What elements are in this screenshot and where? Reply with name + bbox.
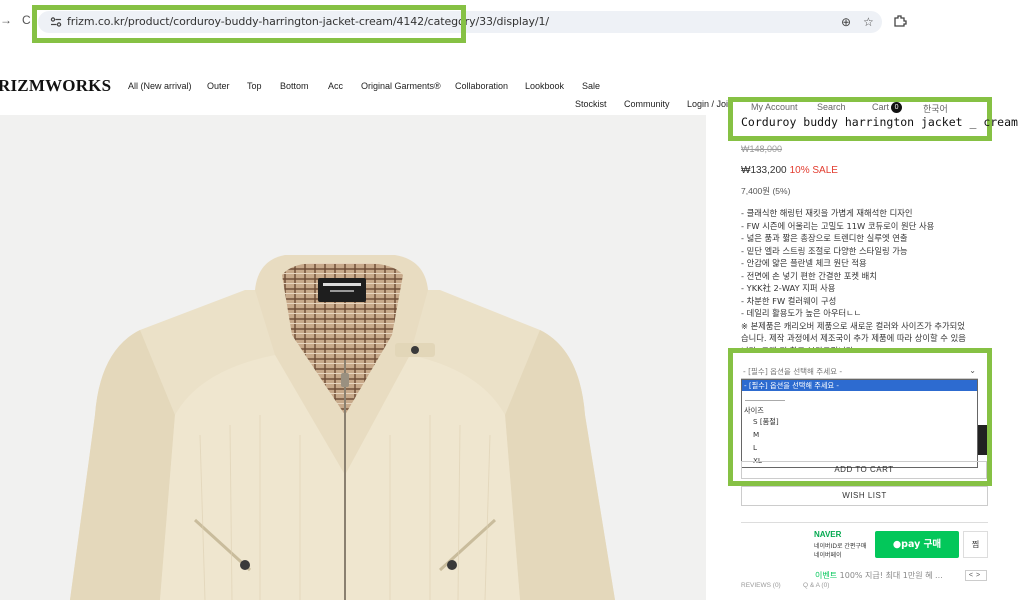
original-price: ₩148,000	[741, 144, 783, 154]
event-text: 100% 지급! 최대 1만원 혜 ...	[839, 571, 943, 580]
naver-event-line[interactable]: 이벤트 100% 지급! 최대 1만원 혜 ...	[815, 570, 943, 581]
reload-icon[interactable]: C	[22, 13, 31, 27]
url-text[interactable]: frizm.co.kr/product/corduroy-buddy-harri…	[67, 15, 549, 28]
util-login-join[interactable]: Login / Joi	[687, 99, 728, 109]
chevron-down-icon: ⌄	[969, 366, 976, 375]
browser-toolbar: → C frizm.co.kr/product/corduroy-buddy-h…	[0, 0, 1024, 44]
option-size-s[interactable]: S [품절]	[753, 417, 779, 427]
description-line: - YKK社 2-WAY 지퍼 사용	[741, 283, 836, 293]
naver-wish-button[interactable]: 찜	[963, 531, 988, 558]
bookmark-star-icon[interactable]: ☆	[863, 15, 874, 29]
naver-sub-text: 네이버ID로 간편구매	[814, 543, 867, 550]
nav-sale[interactable]: Sale	[582, 81, 600, 91]
option-select-value: - [필수] 옵션을 선택해 주세요 -	[743, 367, 843, 376]
option-placeholder-highlighted[interactable]: - [필수] 옵션을 선택해 주세요 -	[742, 380, 977, 391]
product-title: Corduroy buddy harrington jacket _ cream	[741, 115, 1018, 129]
nav-bottom[interactable]: Bottom	[280, 81, 309, 91]
description-line: - 밑단 엘라 스트링 조절로 다양한 스타일링 가능	[741, 245, 908, 256]
util-community[interactable]: Community	[624, 99, 670, 109]
nav-outer[interactable]: Outer	[207, 81, 230, 91]
description-line: - FW 시즌에 어울리는 고밀도 11W 코듀로이 원단 사용	[741, 220, 935, 231]
nav-acc[interactable]: Acc	[328, 81, 343, 91]
nav-original-garments[interactable]: Original Garments®	[361, 81, 441, 91]
product-image[interactable]	[0, 115, 706, 600]
site-settings-icon[interactable]	[50, 16, 62, 28]
util-cart[interactable]: Cart 0	[872, 102, 903, 114]
util-my-account[interactable]: My Account	[751, 102, 798, 112]
option-size-m[interactable]: M	[753, 430, 759, 439]
description-line: - 전면에 손 넣기 편한 간결한 포켓 배치	[741, 270, 877, 281]
option-dropdown-list[interactable]: - [필수] 옵션을 선택해 주세요 - 사이즈 S [품절] M L XL	[741, 379, 978, 468]
buy-now-button-edge[interactable]	[978, 425, 987, 455]
event-pager[interactable]: <>	[965, 570, 987, 581]
description-line: ※ 본제품은 캐리오버 제품으로 새로운 컬러와 사이즈가 추가되었	[741, 320, 965, 331]
tab-reviews[interactable]: REVIEWS (0)	[741, 582, 781, 589]
description-line: - 차분한 FW 컬러웨이 구성	[741, 295, 837, 306]
nav-collaboration[interactable]: Collaboration	[455, 81, 508, 91]
description-line: - 클래식한 해링턴 재킷을 가볍게 재해석한 디자인	[741, 208, 913, 218]
sale-price-line: ₩133,200 10% SALE	[741, 165, 838, 176]
jacket-illustration	[70, 255, 615, 600]
reward-points: 7,400원 (5%)	[741, 186, 791, 196]
product-title-box: My Account Search Cart 0 한국어 Corduroy bud…	[728, 97, 1018, 141]
option-group-size: 사이즈	[744, 406, 764, 415]
add-to-cart-button[interactable]: ADD TO CART	[741, 461, 987, 479]
extensions-icon[interactable]	[893, 14, 907, 28]
address-bar[interactable]: frizm.co.kr/product/corduroy-buddy-harri…	[38, 11, 882, 33]
util-search[interactable]: Search	[817, 102, 846, 112]
naver-pay-button[interactable]: ●pay 구매	[875, 531, 959, 558]
product-description: - 클래식한 해링턴 재킷을 가볍게 재해석한 디자인 - FW 시즌에 어울리…	[741, 207, 986, 357]
nav-all-new-arrival[interactable]: All (New arrival)	[128, 81, 192, 91]
option-separator	[745, 400, 785, 401]
cart-count-badge: 0	[891, 102, 903, 114]
description-line: 습니다. 제작 과정에서 제조국이 추가 제품에 따라 상이할 수 있음	[741, 333, 966, 343]
naver-sub-text-2: 네이버페이	[814, 552, 842, 559]
naver-logo: NAVER	[814, 530, 842, 539]
description-line: - 넓은 품과 짧은 총장으로 트렌디한 실루엣 연출	[741, 233, 908, 243]
cart-label: Cart	[872, 102, 890, 112]
zoom-icon[interactable]: ⊕	[841, 15, 851, 29]
description-line: - 데일리 활용도가 높은 아우터ㄴㄴ	[741, 308, 862, 318]
option-size-l[interactable]: L	[753, 443, 757, 452]
language-selector[interactable]: 한국어	[923, 102, 948, 115]
wish-list-button[interactable]: WISH LIST	[741, 486, 988, 506]
util-stockist[interactable]: Stockist	[575, 99, 607, 109]
forward-icon[interactable]: →	[0, 13, 12, 27]
sale-price: ₩133,200	[741, 165, 787, 176]
description-line: - 안감에 얇은 플란넬 체크 원단 적용	[741, 258, 867, 268]
nav-lookbook[interactable]: Lookbook	[525, 81, 564, 91]
nav-top[interactable]: Top	[247, 81, 262, 91]
naver-pay-block: NAVER 네이버ID로 간편구매 네이버페이 ●pay 구매 찜	[741, 522, 988, 566]
tab-qa[interactable]: Q & A (0)	[803, 582, 829, 589]
event-tag: 이벤트	[815, 571, 838, 580]
sale-badge: 10% SALE	[789, 165, 838, 176]
option-select[interactable]: - [필수] 옵션을 선택해 주세요 - ⌄	[741, 366, 978, 379]
brand-logo[interactable]: RIZMWORKS	[0, 76, 111, 96]
